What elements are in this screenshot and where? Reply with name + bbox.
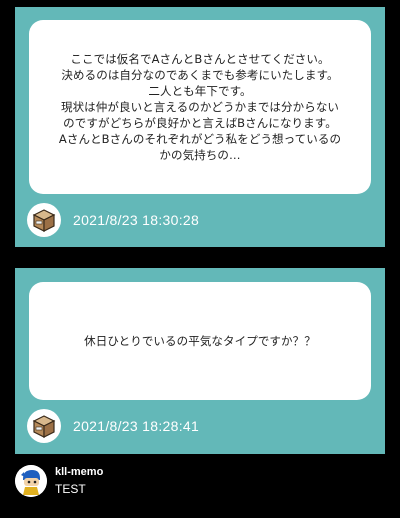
user-avatar[interactable] xyxy=(15,465,47,497)
post-meta: 2021/8/23 18:30:28 xyxy=(27,203,199,237)
post-meta: 2021/8/23 18:28:41 xyxy=(27,409,199,443)
user-footer: kll-memo TEST xyxy=(15,465,103,497)
avatar[interactable] xyxy=(27,409,61,443)
box-icon xyxy=(32,209,56,232)
post-card[interactable]: 休日ひとりでいるの平気なタイプですか？？ 2021/8/23 18:28:41 xyxy=(15,268,385,454)
message-line: 二人とも年下です。 xyxy=(148,84,252,98)
post-timestamp: 2021/8/23 18:28:41 xyxy=(73,418,200,434)
message-line: のですがどちらが良好かと言えばBさんになります。 xyxy=(63,116,337,130)
feed: ここでは仮名でAさんとBさんとさせてください。 決めるのは自分なのであくまでも参… xyxy=(0,0,400,518)
box-icon xyxy=(32,415,56,438)
username[interactable]: kll-memo xyxy=(55,466,103,478)
message-line: 決めるのは自分なのであくまでも参考にいたします。 xyxy=(61,68,339,82)
message-text: ここでは仮名でAさんとBさんとさせてください。 決めるのは自分なのであくまでも参… xyxy=(59,51,341,163)
message-line: ここでは仮名でAさんとBさんとさせてください。 xyxy=(70,52,330,66)
message-line: AさんとBさんのそれぞれがどう私をどう想っているの xyxy=(58,132,342,146)
message-line: 現状は仲が良いと言えるのかどうかまでは分からない xyxy=(60,100,340,114)
user-text: TEST xyxy=(55,482,86,496)
post-card[interactable]: ここでは仮名でAさんとBさんとさせてください。 決めるのは自分なのであくまでも参… xyxy=(15,7,385,247)
message-bubble[interactable]: 休日ひとりでいるの平気なタイプですか？？ xyxy=(29,282,371,400)
message-line: かの気持ちの… xyxy=(159,148,241,162)
user-info: kll-memo TEST xyxy=(55,466,103,496)
character-avatar-icon xyxy=(15,465,47,497)
message-text: 休日ひとりでいるの平気なタイプですか？？ xyxy=(84,333,316,349)
message-line: 休日ひとりでいるの平気なタイプですか？？ xyxy=(84,334,316,348)
avatar[interactable] xyxy=(27,203,61,237)
post-timestamp: 2021/8/23 18:30:28 xyxy=(73,212,200,228)
message-bubble[interactable]: ここでは仮名でAさんとBさんとさせてください。 決めるのは自分なのであくまでも参… xyxy=(29,20,371,194)
